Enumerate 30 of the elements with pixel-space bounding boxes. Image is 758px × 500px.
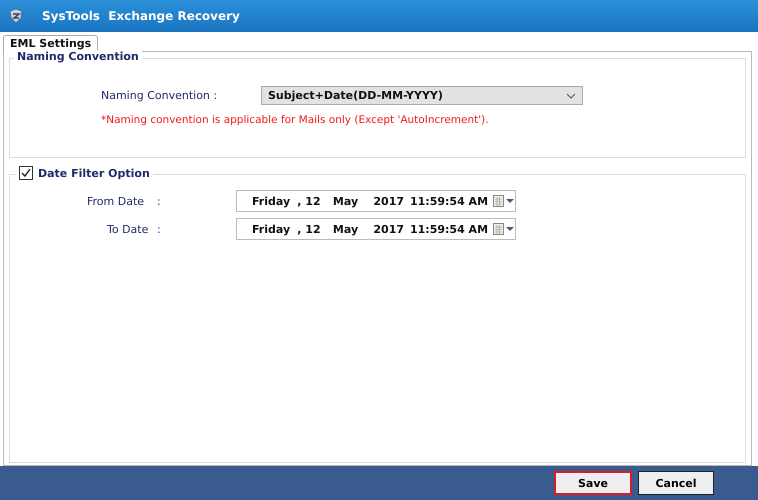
field-label: To Date xyxy=(107,222,150,236)
colon-label: : xyxy=(157,194,161,208)
dialog-button[interactable]: Cancel xyxy=(638,471,714,495)
date-picker-field[interactable]: Friday , 12 May 2017 11:59:54 AM xyxy=(236,218,516,240)
date-part: 11:59:54 AM xyxy=(410,222,486,236)
naming-dropdown[interactable]: Subject+Date(DD-MM-YYYY) xyxy=(261,86,583,105)
date-part: May xyxy=(332,222,360,236)
date-part: 2017 xyxy=(373,194,406,208)
tab[interactable]: EML Settings xyxy=(3,35,98,52)
date-part: Friday xyxy=(252,222,292,236)
date-part: 11:59:54 AM xyxy=(410,194,486,208)
caret-icon xyxy=(566,92,576,98)
date-part: 2017 xyxy=(373,222,406,236)
field-label: From Date xyxy=(87,194,146,208)
checkbox-label: Date Filter Option xyxy=(38,166,150,180)
date-part: May xyxy=(332,194,360,208)
field-label: Naming Convention : xyxy=(101,89,218,102)
group-title: Naming Convention xyxy=(14,50,142,63)
shield-icon xyxy=(8,8,24,24)
warning-note: *Naming convention is applicable for Mails only (Except 'AutoIncrement'). xyxy=(101,114,490,126)
checkbox[interactable] xyxy=(19,166,33,180)
colon-label: : xyxy=(157,222,161,236)
date-part: , 12 xyxy=(297,194,322,208)
date-part: , 12 xyxy=(297,222,322,236)
date-picker-field[interactable]: Friday , 12 May 2017 11:59:54 AM xyxy=(236,190,516,212)
calendar-icon[interactable] xyxy=(493,195,515,207)
window-title: SysTools Exchange Recovery xyxy=(42,9,240,23)
calendar-icon[interactable] xyxy=(493,223,515,235)
dialog-button[interactable]: Save xyxy=(554,471,632,495)
date-part: Friday xyxy=(252,194,292,208)
